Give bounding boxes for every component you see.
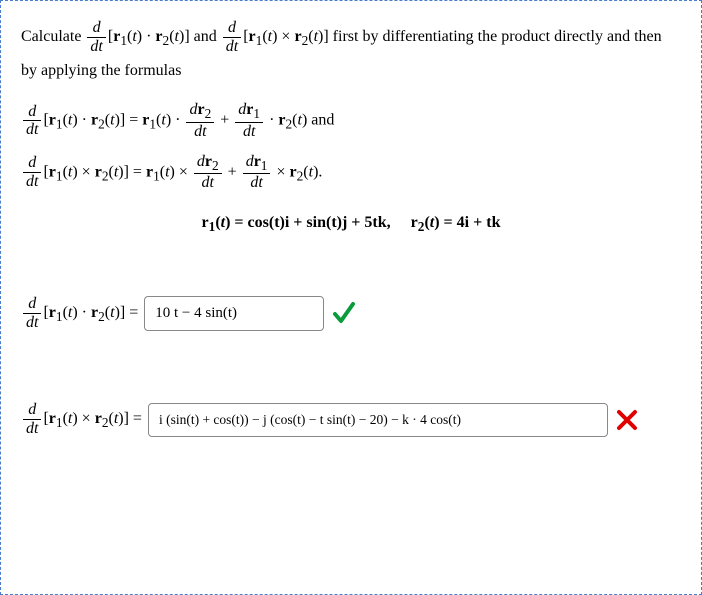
problem-prompt: Calculate ddt[r1(t) · r2(t)] and ddt[r1(… bbox=[21, 19, 681, 87]
dot-answer-lhs: ddt[r1(t) · r2(t)] = bbox=[21, 295, 138, 331]
dot-formula-suffix: and bbox=[307, 112, 334, 129]
check-icon bbox=[332, 299, 356, 327]
cross-answer-lhs: ddt[r1(t) × r2(t)] = bbox=[21, 401, 142, 437]
problem-container: Calculate ddt[r1(t) · r2(t)] and ddt[r1(… bbox=[0, 0, 702, 595]
cross-answer-input[interactable]: i (sin(t) + cos(t)) − j (cos(t) − t sin(… bbox=[148, 403, 608, 437]
dot-answer-row: ddt[r1(t) · r2(t)] = 10 t − 4 sin(t) bbox=[21, 295, 681, 331]
dot-formula: ddt[r1(t) · r2(t)] = r1(t) · dr2dt + dr1… bbox=[21, 101, 681, 140]
dot-answer-input[interactable]: 10 t − 4 sin(t) bbox=[144, 296, 324, 331]
cross-icon bbox=[616, 409, 638, 431]
cross-formula-suffix: . bbox=[318, 163, 322, 180]
given-functions: r1(t) = cos(t)i + sin(t)j + 5tk, r2(t) =… bbox=[21, 214, 681, 235]
prompt-text-2: and bbox=[194, 28, 221, 45]
prompt-text-1: Calculate bbox=[21, 28, 85, 45]
cross-answer-row: ddt[r1(t) × r2(t)] = i (sin(t) + cos(t))… bbox=[21, 401, 681, 437]
r1-definition: cos(t)i + sin(t)j + 5tk, bbox=[248, 214, 391, 231]
cross-formula: ddt[r1(t) × r2(t)] = r1(t) × dr2dt + dr1… bbox=[21, 153, 681, 192]
r2-definition: 4i + tk bbox=[457, 214, 501, 231]
